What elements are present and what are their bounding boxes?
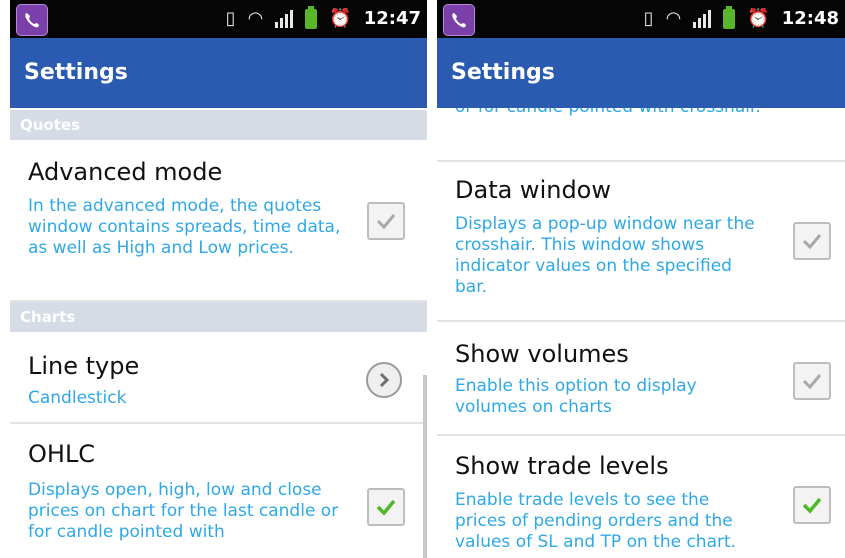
page-title: Settings	[24, 60, 128, 85]
show-trade-levels-checkbox[interactable]	[793, 486, 831, 524]
wifi-icon: ◠	[665, 8, 682, 29]
page-title: Settings	[451, 60, 555, 85]
status-bar: ▯ ◠ ⏰ 12:48	[437, 0, 845, 38]
battery-icon	[305, 6, 318, 29]
alarm-icon: ⏰	[329, 8, 352, 29]
section-header-label: Charts	[20, 308, 76, 326]
setting-ohlc-partial[interactable]: or for candle pointed with crosshair.	[437, 108, 845, 160]
title-bar: Settings	[10, 38, 427, 108]
setting-title: Show volumes	[455, 340, 629, 368]
setting-description: In the advanced mode, the quotes window …	[28, 196, 341, 258]
setting-title: Line type	[28, 352, 140, 380]
setting-show-volumes[interactable]: Show volumes Enable this option to displ…	[437, 322, 845, 434]
status-bar: ▯ ◠ ⏰ 12:47	[10, 0, 427, 38]
ohlc-checkbox[interactable]	[367, 488, 405, 526]
advanced-mode-checkbox[interactable]	[367, 202, 405, 240]
setting-show-trade-levels[interactable]: Show trade levels Enable trade levels to…	[437, 436, 845, 558]
setting-description: Enable trade levels to see the prices of…	[455, 490, 737, 552]
signal-icon	[275, 10, 294, 28]
setting-line-type[interactable]: Line type Candlestick	[10, 332, 427, 422]
scrollbar[interactable]	[423, 375, 427, 558]
setting-ohlc[interactable]: OHLC Displays open, high, low and close …	[10, 424, 427, 558]
data-window-checkbox[interactable]	[793, 222, 831, 260]
battery-icon	[723, 6, 736, 29]
vibrate-icon: ▯	[225, 8, 236, 29]
show-volumes-checkbox[interactable]	[793, 362, 831, 400]
setting-value: Candlestick	[28, 388, 127, 408]
section-header-label: Quotes	[20, 116, 81, 134]
alarm-icon: ⏰	[747, 8, 770, 29]
left-screen: ▯ ◠ ⏰ 12:47 Settings Quotes Advanced mod…	[10, 0, 427, 558]
chevron-right-icon[interactable]	[366, 362, 402, 398]
setting-data-window[interactable]: Data window Displays a pop-up window nea…	[437, 162, 845, 320]
setting-title: Advanced mode	[28, 158, 223, 186]
section-header-quotes: Quotes	[10, 110, 427, 140]
vibrate-icon: ▯	[643, 8, 654, 29]
setting-description: or for candle pointed with crosshair.	[455, 108, 765, 118]
status-clock: 12:48	[781, 8, 839, 29]
setting-description: Displays a pop-up window near the crossh…	[455, 214, 755, 297]
title-bar: Settings	[437, 38, 845, 108]
setting-advanced-mode[interactable]: Advanced mode In the advanced mode, the …	[10, 140, 427, 300]
wifi-icon: ◠	[247, 8, 264, 29]
setting-title: Data window	[455, 176, 611, 204]
setting-title: OHLC	[28, 440, 96, 468]
setting-title: Show trade levels	[455, 452, 669, 480]
setting-description: Displays open, high, low and close price…	[28, 480, 339, 542]
right-screen: ▯ ◠ ⏰ 12:48 Settings or for candle point…	[437, 0, 845, 558]
section-header-charts: Charts	[10, 302, 427, 332]
signal-icon	[693, 10, 712, 28]
viber-app-icon[interactable]	[443, 4, 475, 36]
viber-app-icon[interactable]	[16, 4, 48, 36]
setting-description: Enable this option to display volumes on…	[455, 376, 697, 417]
status-clock: 12:47	[363, 8, 421, 29]
